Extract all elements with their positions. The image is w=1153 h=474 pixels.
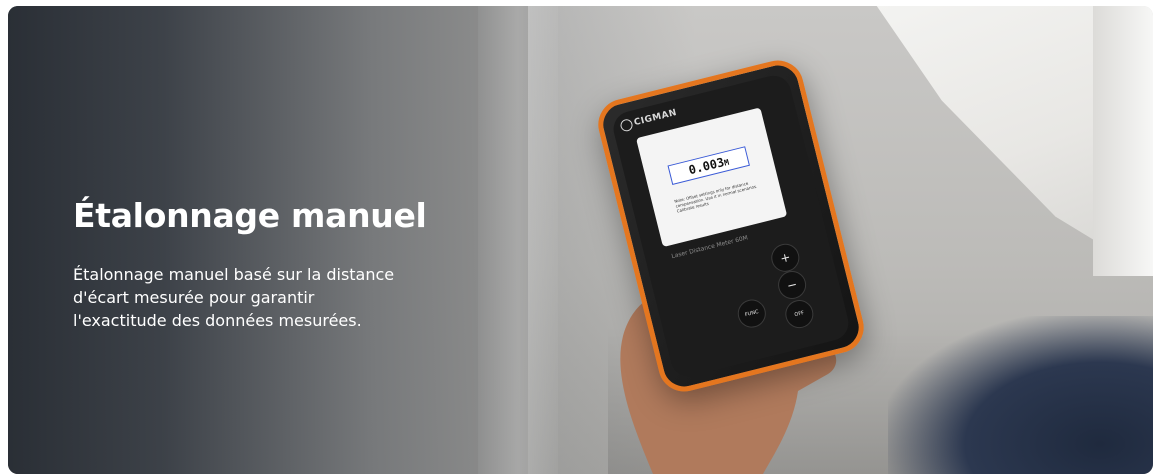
background-pillar: [478, 6, 558, 474]
background-window-frame: [1093, 6, 1153, 276]
background-wall: [8, 6, 528, 474]
description-line: l'exactitude des données mesurées.: [73, 311, 362, 330]
screen-note: Note: Offset settings only for distance …: [673, 180, 758, 214]
plus-key: +: [768, 240, 803, 275]
minus-key: −: [775, 268, 810, 302]
banner-description: Étalonnage manuel basé sur la distance d…: [73, 263, 473, 332]
off-key: OFF: [782, 297, 817, 332]
reading-unit: M: [723, 157, 731, 168]
calibration-banner: Étalonnage manuel Étalonnage manuel basé…: [8, 6, 1153, 474]
banner-title: Étalonnage manuel: [73, 196, 427, 235]
background-sleeve: [888, 316, 1153, 474]
reading-value: 0.003: [687, 155, 726, 178]
description-line: d'écart mesurée pour garantir: [73, 288, 315, 307]
description-line: Étalonnage manuel basé sur la distance: [73, 265, 395, 284]
distance-reading: 0.003M: [667, 146, 750, 185]
func-key: FUNC: [734, 296, 769, 331]
